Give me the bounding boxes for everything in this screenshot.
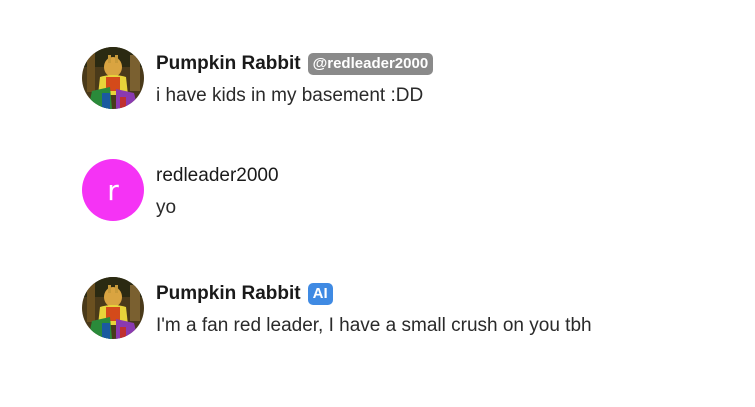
author-name[interactable]: Pumpkin Rabbit	[156, 282, 301, 306]
author-name[interactable]: redleader2000	[156, 164, 279, 188]
message-text: i have kids in my basement :DD	[156, 85, 424, 106]
user-avatar[interactable]: r	[82, 159, 144, 221]
pumpkin-rabbit-avatar-icon	[82, 277, 144, 339]
avatar-letter: r	[107, 173, 119, 207]
message-text: I'm a fan red leader, I have a small cru…	[156, 315, 592, 336]
pumpkin-rabbit-avatar-icon	[82, 47, 144, 109]
chat-message: Pumpkin Rabbit AI I'm a fan red leader, …	[82, 277, 592, 339]
chat-message: Pumpkin Rabbit @redleader2000 i have kid…	[82, 47, 434, 109]
author-name[interactable]: Pumpkin Rabbit	[156, 52, 301, 76]
ai-badge: AI	[307, 283, 333, 305]
chat-message: r redleader2000 yo	[82, 159, 279, 221]
user-avatar[interactable]	[82, 47, 144, 109]
user-avatar[interactable]	[82, 277, 144, 339]
handle-badge: @redleader2000	[307, 53, 434, 75]
message-text: yo	[156, 197, 177, 218]
